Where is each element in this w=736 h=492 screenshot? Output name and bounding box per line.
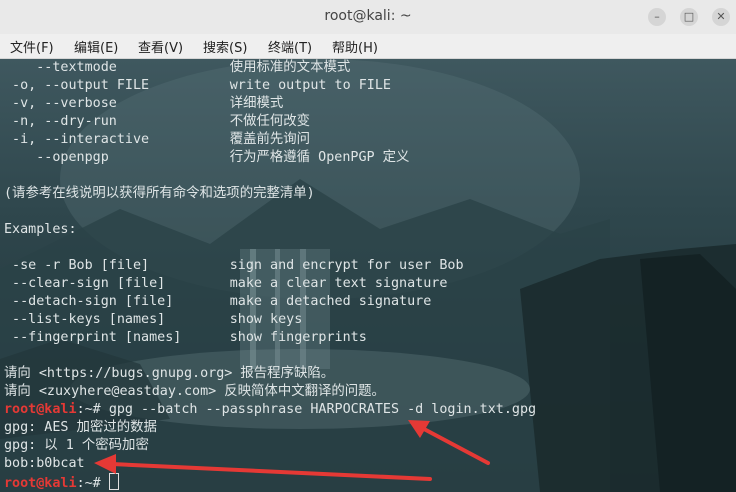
maximize-button[interactable]: □: [680, 8, 698, 26]
arrow-to-passphrase: [408, 420, 490, 465]
close-button[interactable]: ✕: [712, 8, 730, 26]
menu-edit[interactable]: 编辑(E): [74, 37, 118, 56]
menu-view[interactable]: 查看(V): [138, 37, 183, 56]
menu-search[interactable]: 搜索(S): [203, 37, 247, 56]
window-title: root@kali: ~: [324, 8, 412, 24]
arrow-to-credentials: [94, 454, 432, 481]
menu-bar: 文件(F) 编辑(E) 查看(V) 搜索(S) 终端(T) 帮助(H): [0, 34, 736, 59]
terminal-output-area[interactable]: --textmode 使用标准的文本模式 -o, --output FILE w…: [0, 59, 736, 492]
menu-file[interactable]: 文件(F): [10, 37, 54, 56]
terminal-window: root@kali: ~ – □ ✕ 文件(F) 编辑(E) 查看(V) 搜索(…: [0, 0, 736, 492]
title-bar: root@kali: ~ – □ ✕: [0, 0, 736, 35]
annotation-arrows: [94, 420, 490, 481]
menu-terminal[interactable]: 终端(T): [268, 37, 312, 56]
minimize-button[interactable]: –: [648, 8, 666, 26]
menu-help[interactable]: 帮助(H): [332, 37, 378, 56]
